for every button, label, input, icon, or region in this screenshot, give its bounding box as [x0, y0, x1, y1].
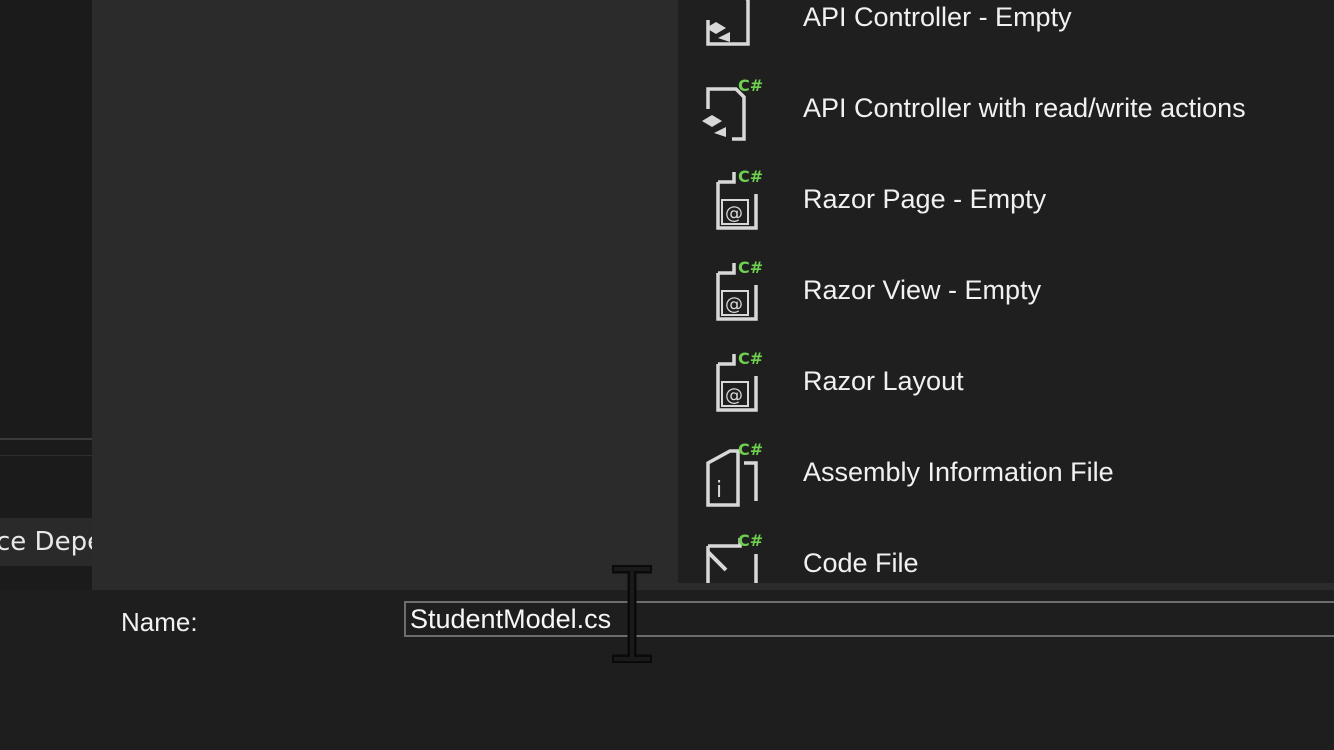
template-item-assembly-info[interactable]: i C# Assembly Information File — [678, 427, 1334, 518]
csharp-badge: C# — [738, 531, 763, 550]
list-bottom-border — [678, 583, 1334, 590]
template-item-razor-page-empty[interactable]: @ C# Razor Page - Empty — [678, 154, 1334, 245]
svg-text:@: @ — [725, 385, 743, 406]
name-input[interactable] — [404, 601, 1334, 637]
svg-text:i: i — [716, 478, 722, 503]
svg-text:@: @ — [725, 294, 743, 315]
template-label: API Controller with read/write actions — [803, 93, 1246, 123]
api-controller-icon: C# — [706, 0, 766, 46]
add-new-item-dialog: C# API Controller - Empty C# API Control… — [92, 0, 1334, 750]
side-tab-label: ce Depe — [0, 527, 92, 557]
api-controller-icon: C# — [702, 76, 763, 141]
panel-divider — [0, 438, 92, 440]
csharp-badge: C# — [738, 440, 763, 459]
ide-side-panel — [0, 0, 92, 590]
svg-text:@: @ — [725, 203, 743, 224]
template-label: Razor Page - Empty — [803, 184, 1047, 214]
code-file-icon: C# — [706, 531, 763, 583]
category-pane — [92, 0, 678, 590]
razor-file-icon: @ C# — [716, 258, 763, 321]
panel-divider — [0, 455, 92, 456]
csharp-badge: C# — [738, 258, 763, 277]
csharp-badge: C# — [738, 349, 763, 368]
csharp-badge: C# — [746, 0, 766, 4]
template-item-razor-view-empty[interactable]: @ C# Razor View - Empty — [678, 245, 1334, 336]
template-item-api-controller-empty[interactable]: C# API Controller - Empty — [678, 0, 1334, 63]
template-item-api-controller-rw[interactable]: C# API Controller with read/write action… — [678, 63, 1334, 154]
name-label: Name: — [121, 607, 198, 637]
template-label: Assembly Information File — [803, 457, 1114, 487]
template-item-code-file[interactable]: C# Code File — [678, 518, 1334, 583]
csharp-badge: C# — [738, 76, 763, 95]
template-label: API Controller - Empty — [803, 2, 1072, 32]
razor-file-icon: @ C# — [716, 349, 763, 412]
template-item-razor-layout[interactable]: @ C# Razor Layout — [678, 336, 1334, 427]
csharp-badge: C# — [738, 167, 763, 186]
template-label: Code File — [803, 548, 919, 578]
template-label: Razor View - Empty — [803, 275, 1042, 305]
text-cursor-icon — [612, 565, 652, 663]
info-file-icon: i C# — [706, 440, 763, 507]
name-bar: Name: — [92, 590, 1334, 750]
template-list: C# API Controller - Empty C# API Control… — [678, 0, 1334, 583]
template-label: Razor Layout — [803, 366, 964, 396]
side-tab[interactable]: ce Depe — [0, 518, 92, 566]
razor-file-icon: @ C# — [716, 167, 763, 230]
